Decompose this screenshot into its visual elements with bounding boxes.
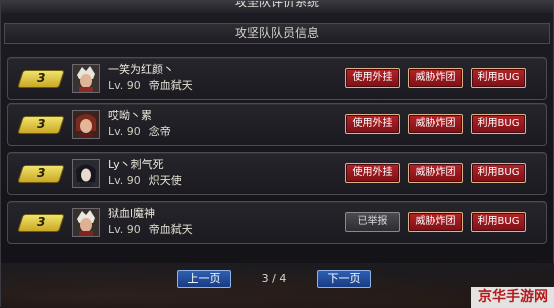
report-bug-button[interactable]: 利用BUG <box>471 68 526 88</box>
rating-badge: 3 <box>17 70 65 88</box>
member-info: Lv. 90 念帝 <box>108 125 171 139</box>
member-name: 哎呦丶累 <box>108 109 152 122</box>
report-plugin-button[interactable]: 使用外挂 <box>345 114 400 134</box>
avatar <box>72 110 100 139</box>
member-row: 3 一笑为红颜丶 Lv. 90 帝血弑天 使用外挂 威胁炸团 利用BUG <box>7 57 547 100</box>
member-job: 帝血弑天 <box>148 223 193 236</box>
member-level: Lv. 90 <box>108 125 141 138</box>
member-row: 3 哎呦丶累 Lv. 90 念帝 使用外挂 威胁炸团 利用BUG <box>7 103 547 146</box>
report-threat-button[interactable]: 威胁炸团 <box>408 212 463 232</box>
member-info: Lv. 90 炽天使 <box>108 174 182 188</box>
prev-page-button[interactable]: 上一页 <box>177 270 231 288</box>
rating-badge: 3 <box>17 116 65 134</box>
member-level: Lv. 90 <box>108 174 141 187</box>
report-plugin-button[interactable]: 使用外挂 <box>345 163 400 183</box>
rating-badge: 3 <box>17 214 65 232</box>
page-indicator: 3 / 4 <box>261 272 287 285</box>
report-bug-button[interactable]: 利用BUG <box>471 163 526 183</box>
avatar <box>72 208 100 237</box>
report-bug-button[interactable]: 利用BUG <box>471 114 526 134</box>
report-bug-button[interactable]: 利用BUG <box>471 212 526 232</box>
next-page-button[interactable]: 下一页 <box>317 270 371 288</box>
section-header: 攻坚队队员信息 <box>4 23 550 44</box>
reported-button: 已举报 <box>345 212 400 232</box>
avatar <box>72 64 100 93</box>
member-level: Lv. 90 <box>108 223 141 236</box>
member-name: 一笑为红颜丶 <box>108 63 174 76</box>
watermark: 京华手游网 <box>471 287 554 308</box>
report-threat-button[interactable]: 威胁炸团 <box>408 163 463 183</box>
member-info: Lv. 90 帝血弑天 <box>108 79 193 93</box>
rating-badge: 3 <box>17 165 65 183</box>
member-row: 3 Ly丶刺气死 Lv. 90 炽天使 使用外挂 威胁炸团 利用BUG <box>7 152 547 195</box>
report-threat-button[interactable]: 威胁炸团 <box>408 114 463 134</box>
report-plugin-button[interactable]: 使用外挂 <box>345 68 400 88</box>
member-job: 炽天使 <box>148 174 182 187</box>
member-job: 帝血弑天 <box>148 79 193 92</box>
window-title: 攻坚队评价系统 <box>1 1 553 13</box>
member-name: Ly丶刺气死 <box>108 158 164 171</box>
member-info: Lv. 90 帝血弑天 <box>108 223 193 237</box>
avatar <box>72 159 100 188</box>
member-job: 念帝 <box>148 125 171 138</box>
member-name: 狱血l魔神 <box>108 207 156 220</box>
evaluation-window: 攻坚队评价系统 攻坚队队员信息 3 一笑为红颜丶 Lv. 90 帝血弑天 使用外挂… <box>0 0 554 308</box>
member-level: Lv. 90 <box>108 79 141 92</box>
member-row: 3 狱血l魔神 Lv. 90 帝血弑天 已举报 威胁炸团 利用BUG <box>7 201 547 244</box>
report-threat-button[interactable]: 威胁炸团 <box>408 68 463 88</box>
